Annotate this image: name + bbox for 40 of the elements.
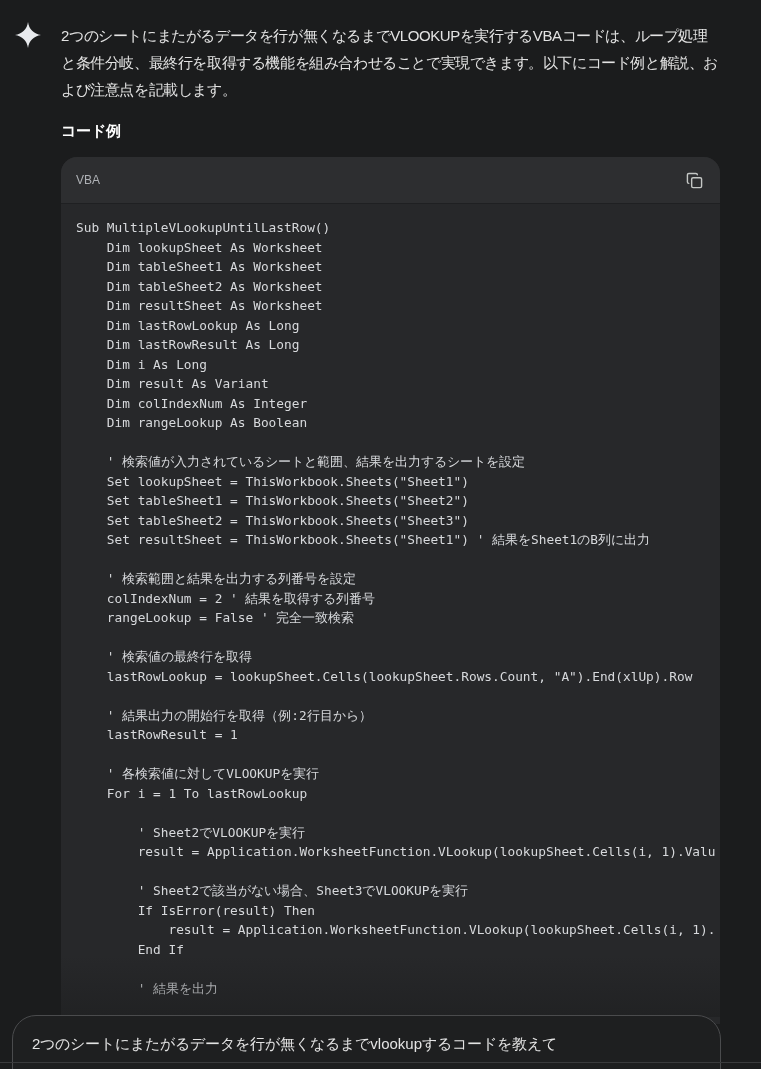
code-line: ' 結果を出力 — [136, 979, 219, 998]
code-line: Set tableSheet1 = ThisWorkbook.Sheets("Sheet2") — [105, 492, 469, 510]
code-line: For i = 1 To lastRowLookup — [105, 784, 308, 803]
section-heading: コード例 — [61, 121, 122, 141]
code-line: Set resultSheet = ThisWorkbook.Sheets("Sheet1") ' 結果をSheet1のB列に出力 — [105, 531, 650, 549]
code-line: Dim lookupSheet As Worksheet — [105, 238, 323, 257]
copy-button[interactable] — [684, 170, 704, 190]
code-line: ' 検索値の最終行を取得 — [105, 648, 253, 666]
code-line: colIndexNum = 2 ' 結果を取得する列番号 — [105, 589, 376, 608]
code-line: Dim tableSheet1 As Worksheet — [105, 258, 323, 276]
code-line: Dim lastRowResult As Long — [105, 336, 300, 354]
code-line: ' 検索範囲と結果を出力する列番号を設定 — [105, 570, 357, 588]
code-line: result = Application.WorksheetFunction.VLookup(lookupSheet.Cells(i, 1).Valu — [136, 843, 716, 861]
code-line: Sub MultipleVLookupUntilLastRow() — [76, 219, 331, 237]
code-line: Dim i As Long — [105, 355, 207, 374]
code-line: ' 検索値が入力されているシートと範囲、結果を出力するシートを設定 — [105, 453, 526, 471]
prompt-input[interactable]: 2つのシートにまたがるデータを行が無くなるまでvlookupするコードを教えて — [12, 1015, 721, 1069]
code-line: rangeLookup = False ' 完全一致検索 — [105, 609, 355, 627]
code-line: lastRowResult = 1 — [105, 726, 238, 744]
code-line: Dim resultSheet As Worksheet — [105, 297, 323, 315]
code-line: End If — [136, 940, 184, 959]
code-line: result = Application.WorksheetFunction.VLookup(lookupSheet.Cells(i, 1). — [167, 921, 716, 939]
code-line: ' 各検索値に対してVLOOKUPを実行 — [105, 765, 320, 783]
language-label: VBA — [76, 172, 100, 189]
code-line: lastRowLookup = lookupSheet.Cells(lookupSheet.Rows.Count, "A").End(xlUp).Row — [105, 667, 693, 686]
prompt-text: 2つのシートにまたがるデータを行が無くなるまでvlookupするコードを教えて — [32, 1035, 558, 1052]
code-line: If IsError(result) Then — [136, 901, 315, 920]
code-line: ' Sheet2でVLOOKUPを実行 — [136, 823, 306, 842]
code-line: Dim lastRowLookup As Long — [105, 316, 300, 335]
sparkle-icon — [15, 22, 41, 48]
copy-icon — [685, 171, 703, 189]
code-line: Set lookupSheet = ThisWorkbook.Sheets("Sheet1") — [105, 472, 469, 491]
response-paragraph: 2つのシートにまたがるデータを行が無くなるまでVLOOKUPを実行するVBAコードは、ループ処理と条件分岐、最終行を取得する機能を組み合わせることで実現できます。以下にコード例と解説、および注意点を記載します。 — [61, 26, 719, 100]
code-line: ' 結果出力の開始行を取得（例:2行目から） — [105, 706, 372, 725]
code-line: Dim rangeLookup As Boolean — [105, 414, 308, 432]
code-line: Dim colIndexNum As Integer — [105, 394, 308, 413]
code-line: Dim tableSheet2 As Worksheet — [105, 277, 323, 296]
code-line: Set tableSheet2 = ThisWorkbook.Sheets("Sheet3") — [105, 511, 469, 530]
code-line: Dim result As Variant — [105, 375, 269, 393]
code-line: ' Sheet2で該当がない場合、Sheet3でVLOOKUPを実行 — [136, 882, 469, 900]
